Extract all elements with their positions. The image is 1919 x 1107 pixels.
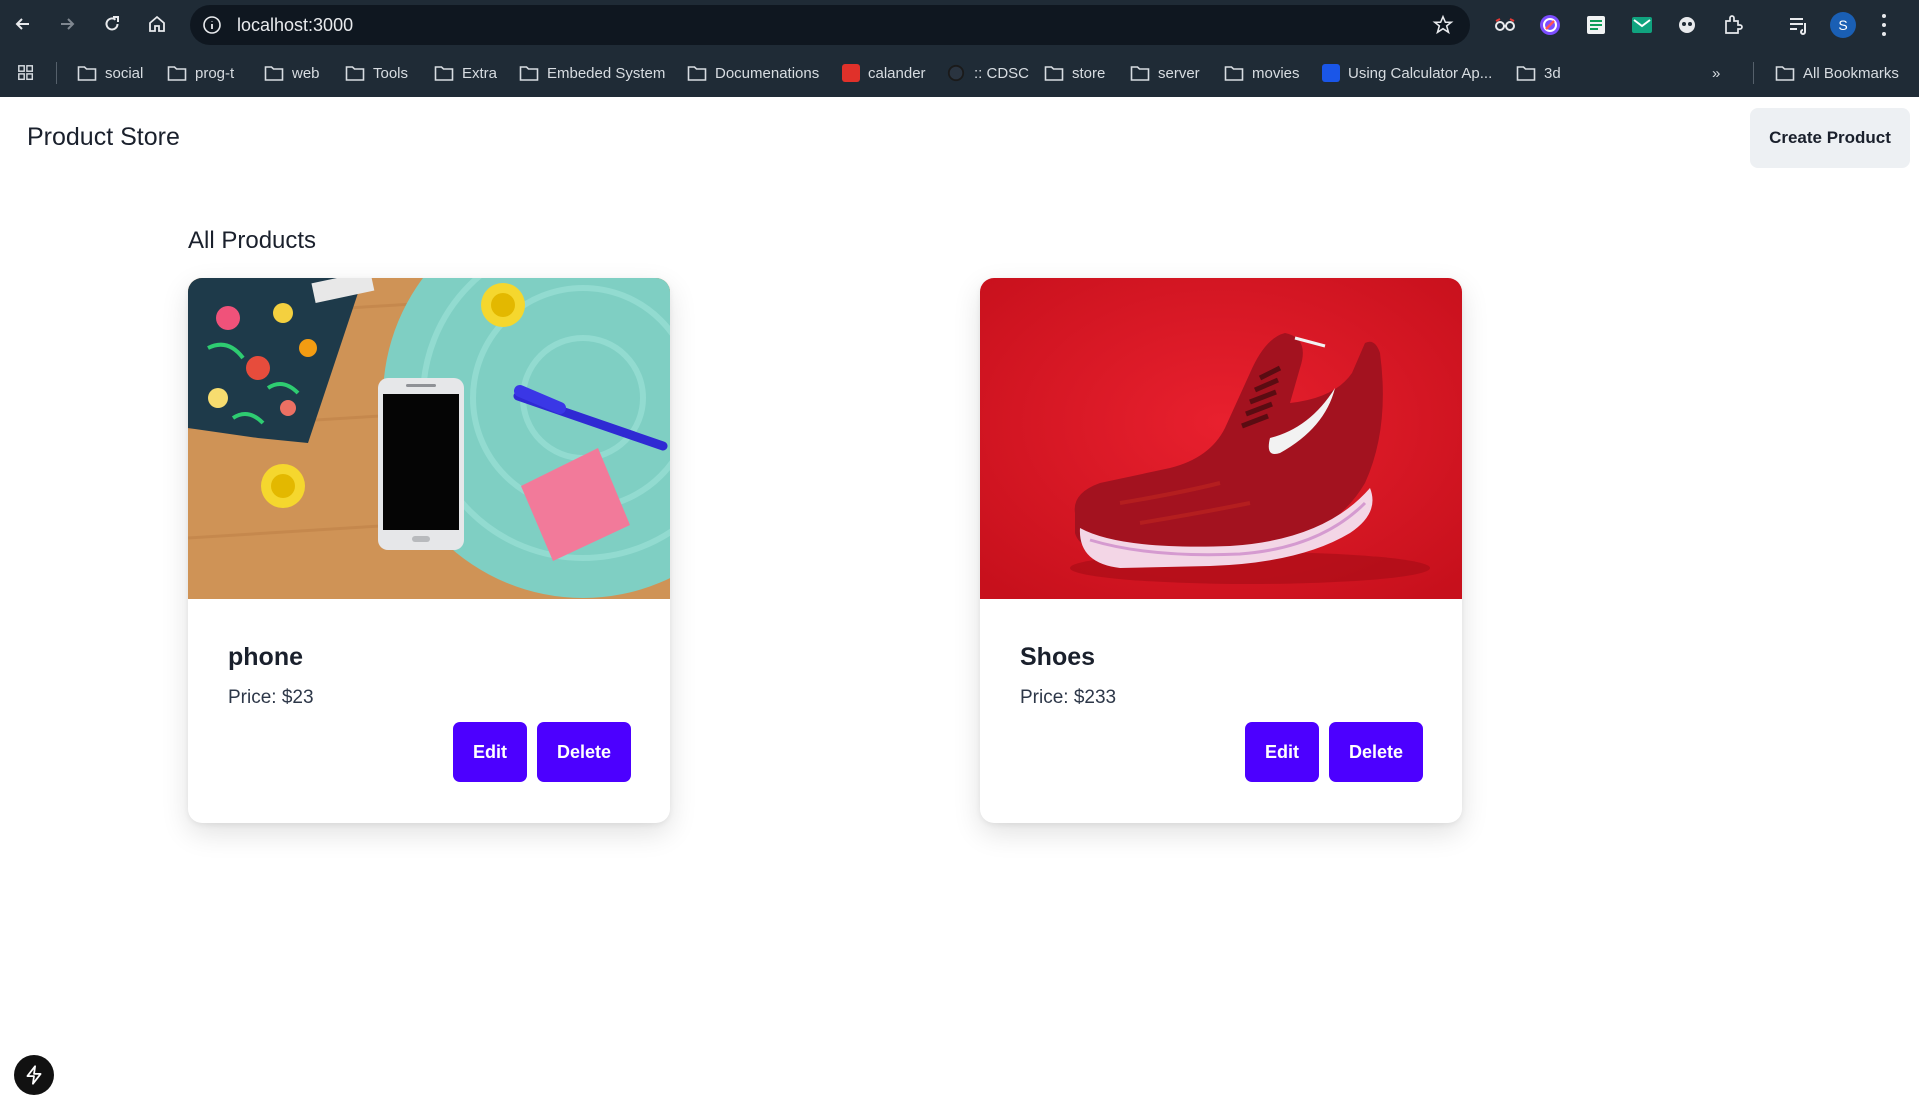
bookmark-label: Extra — [462, 64, 498, 82]
folder-icon — [519, 64, 539, 82]
bookmark-label: Tools — [373, 64, 409, 82]
delete-button[interactable]: Delete — [537, 722, 631, 782]
bookmark-item[interactable]: Embeded System — [519, 62, 665, 84]
bookmark-label: Using Calculator Ap... — [1348, 64, 1493, 82]
product-price: Price: $23 — [228, 687, 314, 708]
product-name: Shoes — [1020, 643, 1096, 671]
bookmark-item[interactable]: calander — [842, 62, 926, 84]
all-bookmarks-label: All Bookmarks — [1803, 64, 1899, 82]
edit-button[interactable]: Edit — [1245, 722, 1319, 782]
bookmark-item[interactable]: Using Calculator Ap... — [1322, 62, 1492, 84]
forward-button[interactable] — [52, 9, 82, 39]
back-button[interactable] — [8, 9, 38, 39]
bookmark-item[interactable]: store — [1044, 62, 1105, 84]
bookmark-item[interactable]: :: CDSC — [946, 62, 1029, 84]
all-bookmarks-button[interactable]: All Bookmarks — [1775, 62, 1899, 84]
extension-glasses-icon[interactable] — [1493, 13, 1517, 37]
folder-icon — [345, 64, 365, 82]
calculator-icon — [1322, 64, 1340, 82]
bookmark-item[interactable]: 3d — [1516, 62, 1561, 84]
folder-icon — [434, 64, 454, 82]
calendar-icon — [842, 64, 860, 82]
bookmark-item[interactable]: Documenations — [687, 62, 819, 84]
folder-icon — [1224, 64, 1244, 82]
product-name: phone — [228, 643, 303, 671]
bookmarks-divider — [1753, 62, 1754, 84]
folder-icon — [1775, 66, 1795, 81]
create-product-button[interactable]: Create Product — [1750, 108, 1910, 168]
app-title: Product Store — [27, 123, 180, 151]
home-button[interactable] — [142, 9, 172, 39]
product-image-phone — [188, 278, 670, 599]
folder-icon — [687, 64, 707, 82]
folder-icon — [1516, 64, 1536, 82]
bookmark-label: 3d — [1544, 64, 1561, 82]
product-card: Shoes Price: $233 Edit Delete — [980, 278, 1462, 823]
bookmark-item[interactable]: web — [264, 62, 320, 84]
bookmark-label: social — [105, 64, 144, 82]
bookmark-star-icon[interactable] — [1432, 14, 1454, 36]
bookmark-label: Embeded System — [547, 64, 666, 82]
folder-icon — [1130, 64, 1150, 82]
bookmark-label: calander — [868, 64, 926, 82]
bookmark-item[interactable]: prog-t — [167, 62, 234, 84]
product-image-shoes — [980, 278, 1462, 599]
reading-list-icon[interactable] — [1787, 13, 1811, 37]
product-price: Price: $233 — [1020, 687, 1117, 708]
bookmark-label: prog-t — [195, 64, 235, 82]
extension-mask-icon[interactable] — [1675, 13, 1699, 37]
profile-avatar[interactable]: S — [1830, 12, 1856, 38]
bookmark-label: movies — [1252, 64, 1300, 82]
section-title: All Products — [188, 227, 317, 254]
bookmarks-overflow-button[interactable]: » — [1712, 62, 1720, 84]
folder-icon — [77, 64, 97, 82]
extension-block-icon[interactable] — [1538, 13, 1562, 37]
reload-icon — [105, 16, 119, 31]
extensions-puzzle-icon[interactable] — [1721, 13, 1745, 37]
bookmark-label: store — [1072, 64, 1106, 82]
bookmark-item[interactable]: social — [77, 62, 143, 84]
bookmark-label: web — [292, 64, 320, 82]
delete-button[interactable]: Delete — [1329, 722, 1423, 782]
bookmark-item[interactable]: Tools — [345, 62, 408, 84]
arrow-left-icon — [15, 18, 29, 30]
site-icon — [946, 64, 966, 82]
dev-tools-bolt-icon[interactable] — [14, 1055, 54, 1095]
bookmark-label: Documenations — [715, 64, 820, 82]
bookmark-item[interactable]: movies — [1224, 62, 1300, 84]
product-card: phone Price: $23 Edit Delete — [188, 278, 670, 823]
browser-toolbar: localhost:3000 S — [0, 0, 1919, 50]
bookmark-label: server — [1158, 64, 1200, 82]
bookmark-label: :: CDSC — [974, 64, 1030, 82]
info-icon[interactable] — [202, 15, 222, 35]
arrow-right-icon — [61, 18, 75, 30]
address-bar[interactable]: localhost:3000 — [190, 5, 1470, 45]
extension-mail-icon[interactable] — [1630, 13, 1654, 37]
folder-icon — [1044, 64, 1064, 82]
app-page: Product Store Create Product All Product… — [0, 97, 1919, 1107]
apps-grid-icon[interactable] — [16, 62, 36, 84]
url-text[interactable]: localhost:3000 — [237, 15, 353, 36]
extension-sheet-icon[interactable] — [1584, 13, 1608, 37]
folder-icon — [264, 64, 284, 82]
folder-icon — [167, 64, 187, 82]
edit-button[interactable]: Edit — [453, 722, 527, 782]
browser-menu-icon[interactable] — [1878, 12, 1890, 38]
home-icon — [149, 15, 165, 32]
bookmark-item[interactable]: Extra — [434, 62, 497, 84]
bookmark-item[interactable]: server — [1130, 62, 1200, 84]
bookmarks-divider — [56, 62, 57, 84]
reload-button[interactable] — [97, 9, 127, 39]
